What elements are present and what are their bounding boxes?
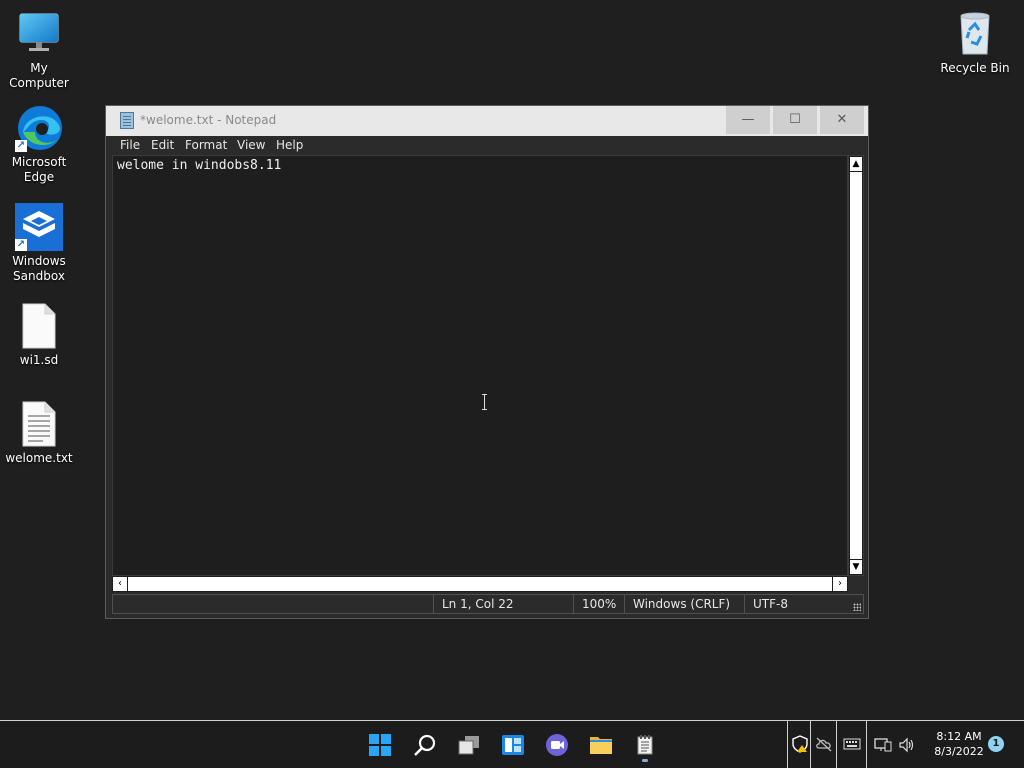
start-icon[interactable]	[368, 733, 392, 757]
volume-icon[interactable]	[898, 737, 916, 756]
notification-badge[interactable]: 1	[988, 736, 1004, 752]
desktop-icon-recycle-bin[interactable]: Recycle Bin	[937, 10, 1013, 76]
resize-grip-icon[interactable]	[853, 603, 861, 611]
clock-time: 8:12 AM	[936, 730, 982, 743]
text-file-icon	[15, 400, 63, 448]
scroll-up-icon[interactable]: ▲	[850, 157, 862, 171]
system-clock[interactable]: 8:12 AM 8/3/2022	[926, 729, 992, 759]
menu-view[interactable]: View	[237, 138, 265, 152]
desktop-icon-my-computer[interactable]: My Computer	[1, 10, 77, 91]
shortcut-arrow-icon: ↗	[15, 239, 27, 251]
status-encoding: UTF-8	[744, 595, 844, 613]
task-view-icon[interactable]	[457, 733, 481, 757]
desktop-icon-label: wi1.sd	[19, 353, 59, 367]
desktop-icon-label: Microsoft Edge	[11, 155, 67, 184]
taskbar: 8:12 AM 8/3/2022	[0, 720, 1024, 768]
status-zoom: 100%	[573, 595, 624, 613]
desktop-icon-welome-txt[interactable]: welome.txt	[1, 400, 77, 466]
file-explorer-icon[interactable]	[589, 733, 613, 757]
security-shield-icon	[791, 735, 809, 756]
maximize-button[interactable]: ☐	[773, 106, 817, 134]
scroll-right-icon[interactable]: ›	[833, 577, 847, 591]
menu-help[interactable]: Help	[276, 138, 303, 152]
scroll-down-icon[interactable]: ▼	[850, 560, 862, 574]
desktop-icon-label: Recycle Bin	[940, 61, 1010, 75]
status-bar: Ln 1, Col 22 100% Windows (CRLF) UTF-8	[112, 594, 864, 614]
desktop-icon-label: My Computer	[9, 61, 69, 90]
i-beam-cursor-icon	[482, 394, 488, 410]
status-position: Ln 1, Col 22	[433, 595, 573, 613]
close-button[interactable]: ✕	[820, 106, 864, 134]
network-icon[interactable]	[874, 737, 892, 756]
minimize-button[interactable]: —	[726, 106, 770, 134]
horizontal-scroll-track[interactable]	[128, 577, 832, 591]
blank-file-icon	[15, 302, 63, 350]
text-editor[interactable]: welome in windobs8.11	[112, 155, 848, 576]
shortcut-arrow-icon: ↗	[15, 140, 27, 152]
clock-date: 8/3/2022	[934, 745, 984, 758]
keyboard-icon	[843, 737, 861, 754]
title-bar[interactable]: *welome.txt - Notepad — ☐ ✕	[106, 106, 868, 136]
window-title: *welome.txt - Notepad	[140, 113, 277, 127]
notepad-app-icon	[120, 112, 134, 129]
document-text[interactable]: welome in windobs8.11	[117, 158, 281, 173]
cloud-offline-icon	[815, 736, 833, 755]
chat-icon[interactable]	[545, 733, 569, 757]
monitor-icon	[15, 10, 63, 58]
search-icon[interactable]	[413, 733, 437, 757]
status-line-ending: Windows (CRLF)	[624, 595, 744, 613]
tray-defender[interactable]	[787, 721, 810, 768]
menu-bar: File Edit Format View Help	[106, 136, 868, 155]
widgets-icon[interactable]	[501, 733, 525, 757]
tray-keyboard[interactable]	[836, 721, 867, 768]
menu-file[interactable]: File	[120, 138, 140, 152]
sandbox-icon: ↗	[15, 203, 63, 251]
running-indicator	[642, 759, 648, 762]
menu-format[interactable]: Format	[185, 138, 227, 152]
desktop-icon-windows-sandbox[interactable]: ↗ Windows Sandbox	[1, 203, 77, 284]
vertical-scrollbar[interactable]: ▲ ▼	[848, 155, 864, 576]
desktop-icon-microsoft-edge[interactable]: ↗ Microsoft Edge	[1, 104, 77, 185]
desktop-icon-label: Windows Sandbox	[12, 254, 66, 283]
scroll-left-icon[interactable]: ‹	[113, 577, 127, 591]
desktop-icon-label: welome.txt	[5, 451, 73, 465]
notepad-window[interactable]: *welome.txt - Notepad — ☐ ✕ File Edit Fo…	[105, 105, 869, 619]
recycle-bin-icon	[951, 10, 999, 58]
menu-edit[interactable]: Edit	[151, 138, 174, 152]
vertical-scroll-track[interactable]	[850, 172, 862, 559]
horizontal-scrollbar[interactable]: ‹ ›	[112, 576, 848, 592]
desktop-icon-wi1-sd[interactable]: wi1.sd	[1, 302, 77, 368]
notepad-icon[interactable]	[633, 733, 657, 762]
edge-icon: ↗	[15, 104, 63, 152]
tray-onedrive[interactable]	[810, 721, 836, 768]
